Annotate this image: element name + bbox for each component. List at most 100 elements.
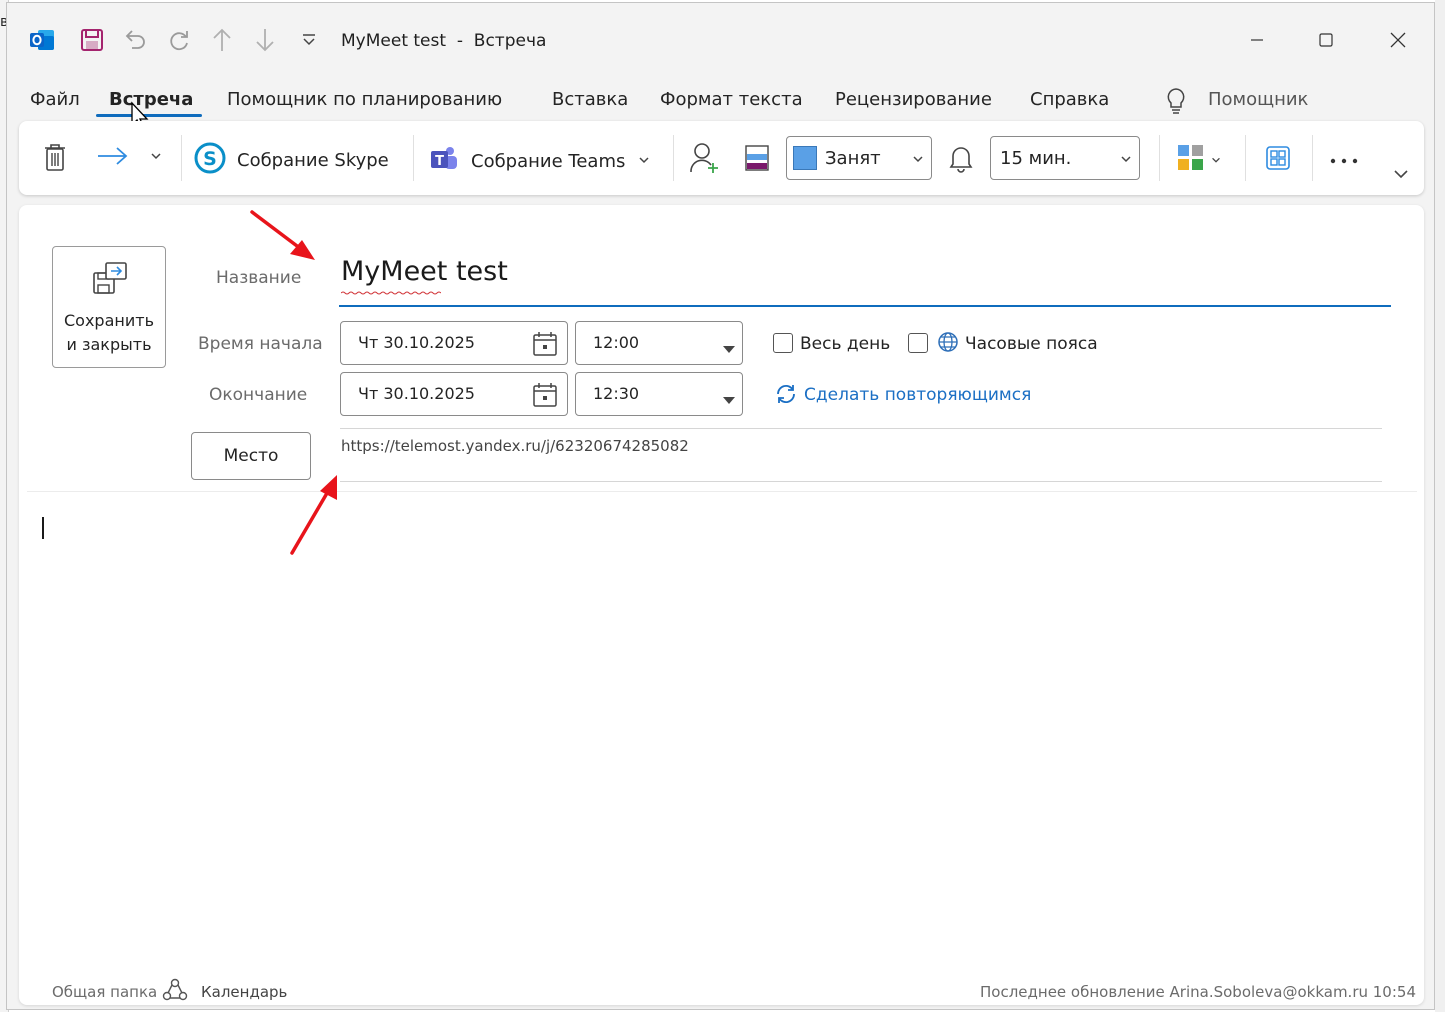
undo-icon[interactable] bbox=[120, 25, 150, 55]
location-input[interactable]: https://telemost.yandex.ru/j/62320674285… bbox=[341, 437, 689, 455]
chevron-down-icon bbox=[1210, 151, 1222, 170]
folder-label: Общая папка bbox=[52, 983, 158, 1001]
chevron-down-icon bbox=[1119, 151, 1133, 170]
tab-scheduling-assistant[interactable]: Помощник по планированию bbox=[227, 89, 502, 110]
ribbon-separator bbox=[181, 135, 182, 181]
save-and-close-label: Сохранить и закрыть bbox=[53, 309, 165, 357]
expand-ribbon-icon[interactable] bbox=[1393, 167, 1409, 181]
notes-body[interactable] bbox=[19, 495, 1424, 965]
divider bbox=[340, 481, 1382, 482]
end-time-select[interactable]: 12:30 bbox=[575, 372, 743, 416]
window-title: MyMeet test - Встреча bbox=[341, 31, 546, 51]
save-and-close-button[interactable]: Сохранить и закрыть bbox=[52, 246, 166, 368]
reminder-value: 15 мин. bbox=[1000, 147, 1072, 169]
tab-format-text[interactable]: Формат текста bbox=[660, 89, 803, 110]
end-date-value: Чт 30.10.2025 bbox=[358, 384, 475, 403]
start-date-value: Чт 30.10.2025 bbox=[358, 333, 475, 352]
tab-insert[interactable]: Вставка bbox=[552, 89, 628, 110]
redo-icon[interactable] bbox=[164, 25, 194, 55]
save-icon[interactable] bbox=[77, 25, 107, 55]
outlook-icon[interactable] bbox=[27, 25, 57, 55]
categorize-button[interactable] bbox=[1176, 143, 1222, 177]
show-as-value: Занят bbox=[825, 147, 881, 169]
ribbon-separator bbox=[1312, 135, 1313, 181]
title-bar: MyMeet test - Встреча bbox=[7, 3, 1434, 73]
show-as-select[interactable]: Занят bbox=[786, 136, 932, 180]
background-window-edge-right bbox=[1435, 0, 1445, 1012]
window-title-subject: MyMeet test bbox=[341, 31, 447, 51]
last-update-status: Последнее обновление Arina.Soboleva@okka… bbox=[980, 983, 1416, 1001]
teams-dropdown-icon[interactable] bbox=[637, 152, 651, 171]
forward-dropdown-icon[interactable] bbox=[149, 149, 163, 163]
reminder-select[interactable]: 15 мин. bbox=[990, 136, 1140, 180]
timezones-checkbox[interactable] bbox=[908, 333, 928, 353]
busy-color-swatch bbox=[793, 146, 817, 170]
start-time-value: 12:00 bbox=[593, 333, 640, 352]
end-time-label: Окончание bbox=[209, 385, 308, 405]
add-person-icon bbox=[689, 141, 721, 179]
make-recurring-link[interactable]: Сделать повторяющимся bbox=[804, 385, 1031, 405]
title-input[interactable]: MyMeet test bbox=[339, 250, 1391, 307]
ribbon-separator bbox=[1159, 135, 1160, 181]
title-value: MyMeet test bbox=[341, 256, 508, 287]
skype-icon: S bbox=[193, 141, 227, 179]
save-close-line2: и закрыть bbox=[66, 335, 152, 354]
teams-meeting-button[interactable]: T Собрание Teams bbox=[429, 145, 651, 177]
all-day-checkbox[interactable] bbox=[773, 333, 793, 353]
color-bars-icon bbox=[744, 143, 770, 177]
tab-file[interactable]: Файл bbox=[30, 89, 80, 110]
reminder-bell-icon[interactable] bbox=[949, 143, 973, 173]
divider bbox=[27, 491, 1417, 492]
ribbon-separator bbox=[1245, 135, 1246, 181]
start-time-select[interactable]: 12:00 bbox=[575, 321, 743, 365]
teams-icon: T bbox=[429, 145, 459, 177]
minimize-button[interactable] bbox=[1234, 23, 1280, 57]
save-close-line1: Сохранить bbox=[64, 311, 154, 330]
start-date-field[interactable]: Чт 30.10.2025 bbox=[340, 321, 568, 365]
save-close-icon bbox=[92, 261, 128, 301]
apps-button[interactable] bbox=[1265, 145, 1291, 175]
window-title-separator: - bbox=[456, 31, 463, 51]
recurrence-icon[interactable] bbox=[774, 382, 798, 410]
apps-grid-icon bbox=[1265, 145, 1291, 175]
timezones-label: Часовые пояса bbox=[965, 334, 1098, 354]
chevron-down-icon bbox=[722, 390, 736, 409]
ribbon-separator bbox=[673, 135, 674, 181]
shared-calendar-icon bbox=[162, 977, 188, 1007]
end-time-value: 12:30 bbox=[593, 384, 640, 403]
customize-toolbar-icon[interactable] bbox=[294, 25, 324, 55]
svg-text:T: T bbox=[435, 154, 444, 169]
globe-icon bbox=[937, 331, 959, 357]
svg-text:S: S bbox=[203, 148, 217, 170]
teams-meeting-label: Собрание Teams bbox=[471, 150, 626, 172]
delete-button[interactable] bbox=[43, 142, 67, 176]
calendar-icon[interactable] bbox=[532, 382, 558, 412]
forward-arrow-icon bbox=[96, 145, 130, 171]
window-title-item-type: Встреча bbox=[473, 31, 547, 51]
location-button[interactable]: Место bbox=[191, 432, 311, 480]
lightbulb-icon[interactable] bbox=[1165, 87, 1187, 119]
end-date-field[interactable]: Чт 30.10.2025 bbox=[340, 372, 568, 416]
ribbon-toolbar: S Собрание Skype T Собрание Teams Занят … bbox=[19, 121, 1424, 195]
tab-help[interactable]: Справка bbox=[1030, 89, 1109, 110]
skype-meeting-button[interactable]: S Собрание Skype bbox=[193, 141, 389, 179]
divider bbox=[340, 428, 1382, 429]
trash-icon bbox=[43, 142, 67, 176]
close-button[interactable] bbox=[1375, 23, 1421, 57]
helper-search[interactable]: Помощник bbox=[1208, 89, 1308, 110]
ribbon-separator bbox=[413, 135, 414, 181]
title-label: Название bbox=[216, 268, 302, 288]
skype-meeting-label: Собрание Skype bbox=[237, 149, 389, 171]
spellcheck-underline bbox=[341, 291, 441, 295]
arrow-down-icon[interactable] bbox=[250, 25, 280, 55]
more-options-button[interactable] bbox=[1329, 151, 1359, 170]
maximize-button[interactable] bbox=[1303, 23, 1349, 57]
calendar-icon[interactable] bbox=[532, 331, 558, 361]
tab-review[interactable]: Рецензирование bbox=[835, 89, 992, 110]
more-icon bbox=[1329, 151, 1359, 170]
forward-button[interactable] bbox=[96, 145, 130, 171]
start-time-label: Время начала bbox=[198, 334, 323, 354]
categorize-color-button[interactable] bbox=[744, 143, 770, 177]
invite-attendees-button[interactable] bbox=[689, 141, 721, 179]
arrow-up-icon[interactable] bbox=[207, 25, 237, 55]
